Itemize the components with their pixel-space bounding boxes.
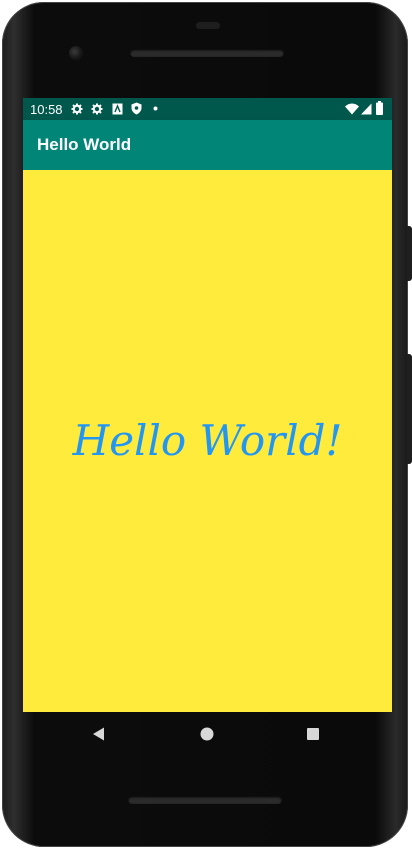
volume-button bbox=[407, 354, 412, 464]
app-bar: Hello World bbox=[23, 120, 392, 170]
gear-icon bbox=[71, 103, 83, 115]
front-camera bbox=[69, 46, 83, 60]
back-icon[interactable] bbox=[89, 724, 109, 744]
battery-icon bbox=[376, 101, 383, 115]
a-box-icon bbox=[112, 103, 123, 115]
shield-icon bbox=[131, 102, 142, 115]
bottom-speaker bbox=[128, 796, 282, 804]
status-bar: 10:58 bbox=[23, 98, 392, 120]
wifi-icon bbox=[345, 103, 359, 115]
navigation-bar bbox=[23, 712, 392, 756]
home-icon[interactable] bbox=[197, 724, 217, 744]
screen: 10:58 Hello World Hello World! bbox=[23, 98, 392, 712]
phone-frame: 10:58 Hello World Hello World! bbox=[2, 2, 412, 847]
greeting-text: Hello World! bbox=[72, 416, 343, 465]
dot-icon bbox=[153, 106, 158, 111]
earpiece bbox=[196, 22, 220, 29]
main-content: Hello World! bbox=[23, 170, 392, 712]
top-speaker bbox=[130, 49, 284, 57]
gear-icon bbox=[91, 103, 103, 115]
signal-icon bbox=[361, 103, 372, 115]
recents-icon[interactable] bbox=[303, 724, 323, 744]
status-time: 10:58 bbox=[30, 102, 63, 117]
power-button bbox=[407, 226, 412, 281]
app-title: Hello World bbox=[37, 135, 132, 154]
